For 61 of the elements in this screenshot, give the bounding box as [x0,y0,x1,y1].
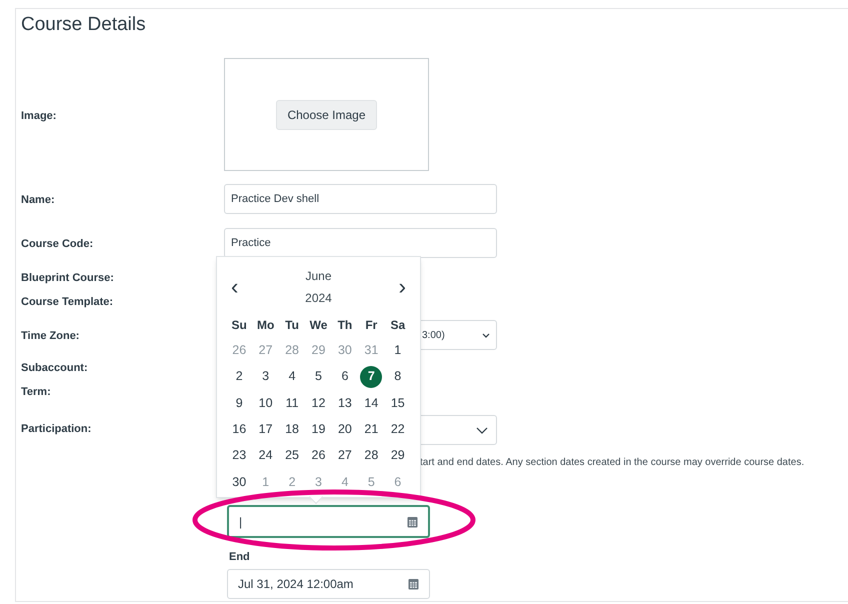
calendar-day[interactable]: 17 [254,418,277,440]
weekday-label: We [308,317,328,334]
date-field[interactable]: | [227,505,430,538]
field-label: Blueprint Course: [21,270,114,286]
name-field[interactable]: Practice Dev shell [224,184,497,214]
field-label: Subaccount: [21,360,88,376]
weekday-label: Tu [284,317,300,334]
weekday-label: Mo [256,317,276,334]
weekday-label: Fr [364,317,378,334]
weekday-label: Th [336,317,354,334]
calendar-day[interactable]: 28 [360,444,382,467]
next-month-button[interactable]: › [398,276,406,298]
calendar-day[interactable]: 9 [228,392,250,414]
calendar-day[interactable]: 15 [386,392,409,414]
month-label: June [305,268,332,285]
calendar-day[interactable]: 7 [360,366,382,388]
year-label: 2024 [305,290,332,307]
calendar-day[interactable]: 14 [360,392,382,414]
calendar-day[interactable]: 13 [334,392,356,414]
field-label: Name: [21,194,55,206]
calendar-day[interactable]: 20 [334,418,356,440]
calendar-day[interactable]: 10 [254,392,277,414]
field-label: End [229,550,250,565]
section-title: Course Details [21,13,147,37]
calendar-day[interactable]: 2 [228,366,250,388]
chevron-down-icon [482,332,490,338]
calendar-day[interactable]: 30 [228,471,250,494]
calendar-day[interactable]: 6 [334,366,356,388]
calendar-day[interactable]: 29 [386,444,409,467]
calendar-day[interactable]: 4 [281,366,304,388]
choose-image-button[interactable]: Choose Image [276,100,377,130]
calendar-day[interactable]: 1 [386,339,409,362]
calendar-icon [407,516,418,528]
calendar-day[interactable]: 26 [307,444,330,467]
calendar-day[interactable]: 19 [307,418,330,440]
weekday-label: Su [230,317,248,334]
calendar-day[interactable]: 25 [281,444,304,467]
field-label: Image: [21,110,56,122]
field-label: Course Code: [21,238,94,250]
calendar-day[interactable]: 22 [386,418,409,440]
chevron-down-icon [476,426,488,434]
field-label: Participation: [21,423,92,435]
weekday-label: Sa [389,317,406,334]
calendar-day[interactable]: 21 [360,418,382,440]
calendar-day[interactable]: 23 [228,444,250,467]
previous-month-button[interactable]: ‹ [231,276,238,298]
calendar-day[interactable]: 27 [334,444,356,467]
calendar-day[interactable]: 18 [281,418,304,440]
date-field[interactable]: Jul 31, 2024 12:00am [227,569,430,599]
calendar-day[interactable]: 12 [307,392,330,414]
calendar-icon [408,578,419,590]
help-text: tart and end dates. Any section dates created in the course may override course dates. [420,456,804,470]
calendar-day[interactable]: 3 [254,366,277,388]
field-label: Time Zone: [21,330,80,342]
calendar-day[interactable]: 24 [254,444,277,467]
calendar-day[interactable]: 16 [228,418,250,440]
calendar-day[interactable]: 5 [307,366,330,388]
calendar-day[interactable]: 8 [386,366,409,388]
field-label: Term: [21,384,51,400]
field-label: Course Template: [21,294,114,310]
calendar-day[interactable]: 11 [281,392,304,414]
